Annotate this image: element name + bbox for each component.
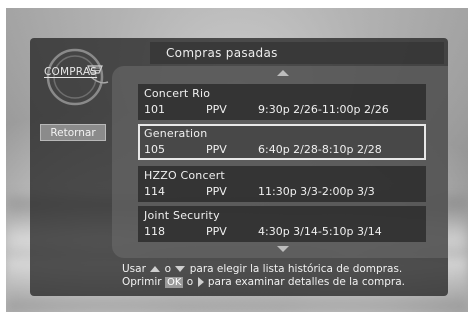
help-text: Oprimir [122,276,162,288]
item-type: PPV [206,103,227,116]
arrow-down-icon [175,266,186,272]
item-time: 9:30p 2/26-11:00p 2/26 [258,103,389,116]
item-type: PPV [206,185,227,198]
ok-key-icon: OK [164,276,184,288]
item-channel: 101 [144,103,165,116]
item-type: PPV [206,143,227,156]
arrow-down-icon[interactable] [277,246,289,252]
item-channel: 105 [144,143,165,156]
help-text: Usar [122,263,146,275]
item-title: HZZO Concert [144,169,225,182]
help-text: o [164,263,172,275]
page-title: Compras pasadas [166,46,278,60]
list-item-selected[interactable]: Generation 105 PPV 6:40p 2/28-8:10p 2/28 [138,124,426,160]
item-title: Concert Rio [144,87,211,100]
help-text: para elegir la lista histórica de dompra… [189,263,403,275]
arrow-right-icon [197,277,204,287]
list-item[interactable]: Joint Security 118 PPV 4:30p 3/14-5:10p … [138,206,426,242]
item-time: 11:30p 3/3-2:00p 3/3 [258,185,375,198]
help-text: para examinar detalles de la compra. [207,276,406,288]
help-line-details: Oprimir OK o para examinar detalles de l… [122,276,405,289]
item-title: Generation [144,127,208,140]
item-type: PPV [206,225,227,238]
help-line-navigate: Usar o para elegir la lista histórica de… [122,263,402,276]
list-item[interactable]: HZZO Concert 114 PPV 11:30p 3/3-2:00p 3/… [138,166,426,202]
arrow-up-icon [150,266,161,272]
back-button[interactable]: Retornar [40,124,106,141]
item-time: 6:40p 2/28-8:10p 2/28 [258,143,382,156]
item-channel: 118 [144,225,165,238]
item-title: Joint Security [144,209,220,222]
item-channel: 114 [144,185,165,198]
help-text: o [186,276,194,288]
arrow-up-icon[interactable] [277,70,289,76]
item-time: 4:30p 3/14-5:10p 3/14 [258,225,382,238]
list-item[interactable]: Concert Rio 101 PPV 9:30p 2/26-11:00p 2/… [138,84,426,120]
screen: Compras pasadas COMPRAS Retornar Concert… [0,0,474,322]
logo-label: COMPRAS [44,66,98,78]
